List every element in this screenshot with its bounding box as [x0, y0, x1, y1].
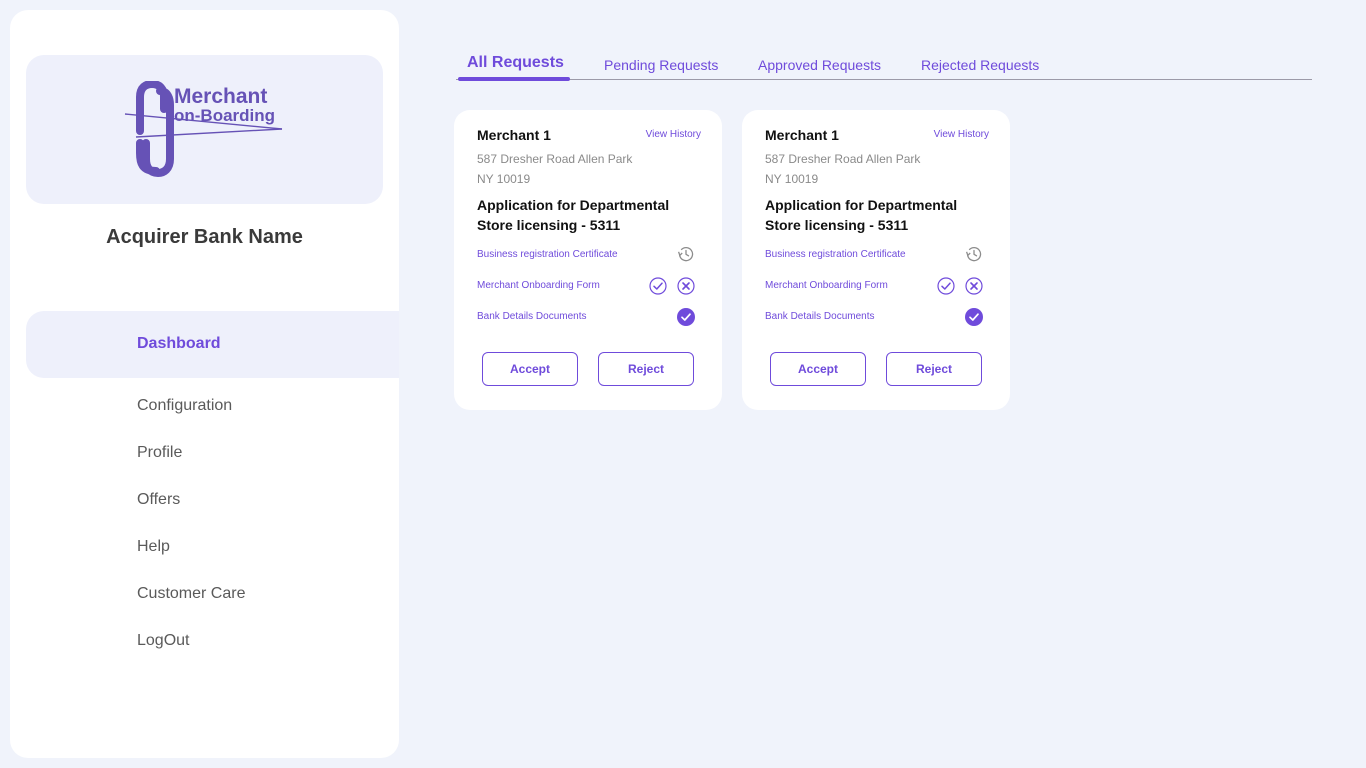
- merchant-onboarding-logo: Merchant on-Boarding: [124, 81, 283, 178]
- doc-merchant-onboarding-form[interactable]: Merchant Onboarding Form: [765, 280, 888, 291]
- merchant-name: Merchant 1: [477, 127, 551, 143]
- reject-button[interactable]: Reject: [886, 352, 982, 386]
- tab-rejected-requests[interactable]: Rejected Requests: [921, 57, 1039, 73]
- address-line2: NY 10019: [477, 172, 531, 186]
- request-card: Merchant 1 View History 587 Dresher Road…: [742, 110, 1010, 410]
- reject-button[interactable]: Reject: [598, 352, 694, 386]
- bank-name: Acquirer Bank Name: [106, 226, 303, 248]
- nav-customer-care[interactable]: Customer Care: [137, 585, 245, 603]
- view-history-link[interactable]: View History: [646, 129, 701, 140]
- sidebar: Merchant on-Boarding Acquirer Bank Name …: [10, 10, 399, 758]
- logo-panel: Merchant on-Boarding: [26, 55, 383, 204]
- check-filled-icon: [965, 308, 983, 326]
- history-icon[interactable]: [965, 245, 983, 263]
- x-circle-icon[interactable]: [677, 277, 695, 295]
- accept-button[interactable]: Accept: [770, 352, 866, 386]
- check-filled-icon: [677, 308, 695, 326]
- doc-bank-details[interactable]: Bank Details Documents: [765, 311, 875, 322]
- active-tab-indicator: [458, 77, 570, 81]
- tab-approved-requests[interactable]: Approved Requests: [758, 57, 881, 73]
- nav-help[interactable]: Help: [137, 538, 170, 556]
- tab-all-requests[interactable]: All Requests: [467, 54, 564, 72]
- nav-offers[interactable]: Offers: [137, 491, 180, 509]
- doc-bank-details[interactable]: Bank Details Documents: [477, 311, 587, 322]
- request-tabs: All Requests Pending Requests Approved R…: [456, 50, 1312, 81]
- address-line1: 587 Dresher Road Allen Park: [765, 152, 921, 166]
- doc-business-registration[interactable]: Business registration Certificate: [765, 249, 906, 260]
- request-card: Merchant 1 View History 587 Dresher Road…: [454, 110, 722, 410]
- check-circle-icon[interactable]: [649, 277, 667, 295]
- history-icon[interactable]: [677, 245, 695, 263]
- tab-pending-requests[interactable]: Pending Requests: [604, 57, 718, 73]
- logo-line1: Merchant: [174, 85, 267, 108]
- nav-profile[interactable]: Profile: [137, 444, 182, 462]
- application-title: Application for Departmental Store licen…: [765, 197, 958, 233]
- address-line2: NY 10019: [765, 172, 819, 186]
- doc-business-registration[interactable]: Business registration Certificate: [477, 249, 618, 260]
- check-circle-icon[interactable]: [937, 277, 955, 295]
- doc-merchant-onboarding-form[interactable]: Merchant Onboarding Form: [477, 280, 600, 291]
- merchant-name: Merchant 1: [765, 127, 839, 143]
- nav-dashboard[interactable]: Dashboard: [137, 335, 221, 353]
- address-line1: 587 Dresher Road Allen Park: [477, 152, 633, 166]
- nav-configuration[interactable]: Configuration: [137, 397, 232, 415]
- x-circle-icon[interactable]: [965, 277, 983, 295]
- accept-button[interactable]: Accept: [482, 352, 578, 386]
- view-history-link[interactable]: View History: [934, 129, 989, 140]
- nav-logout[interactable]: LogOut: [137, 632, 189, 650]
- application-title: Application for Departmental Store licen…: [477, 197, 670, 233]
- logo-line2: on-Boarding: [174, 106, 275, 125]
